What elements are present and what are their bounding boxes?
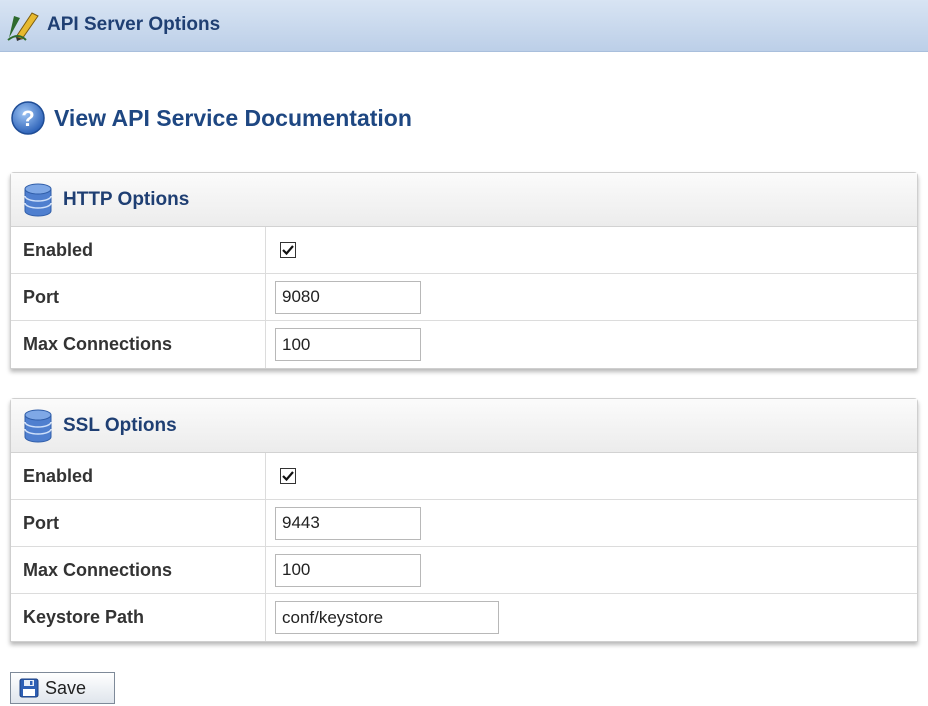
ssl-options-title: SSL Options bbox=[63, 414, 177, 436]
http-enabled-row: Enabled bbox=[11, 227, 917, 274]
ssl-keystore-row: Keystore Path bbox=[11, 594, 917, 641]
ssl-maxconn-input[interactable] bbox=[275, 553, 421, 587]
page-title: API Server Options bbox=[47, 14, 221, 35]
ssl-options-panel: SSL Options Enabled Port Max Connections… bbox=[10, 398, 918, 642]
http-options-header: HTTP Options bbox=[11, 173, 917, 227]
save-button-label: Save bbox=[45, 677, 87, 698]
save-button[interactable]: Save bbox=[10, 672, 115, 704]
ssl-keystore-input[interactable] bbox=[275, 601, 499, 634]
doc-link-label: View API Service Documentation bbox=[54, 104, 412, 131]
title-bar: API Server Options bbox=[0, 0, 928, 52]
ssl-maxconn-label: Max Connections bbox=[11, 547, 266, 593]
checkmark-icon bbox=[282, 245, 294, 256]
floppy-disk-icon bbox=[19, 678, 39, 698]
http-maxconn-input[interactable] bbox=[275, 328, 421, 361]
http-maxconn-label: Max Connections bbox=[11, 321, 266, 368]
http-options-panel: HTTP Options Enabled Port Max Connection… bbox=[10, 172, 918, 369]
database-icon bbox=[24, 409, 52, 442]
http-enabled-label: Enabled bbox=[11, 227, 266, 273]
ssl-enabled-label: Enabled bbox=[11, 453, 266, 499]
database-icon bbox=[24, 183, 52, 216]
http-enabled-checkbox[interactable] bbox=[280, 242, 296, 258]
checkmark-icon bbox=[282, 471, 294, 482]
ssl-options-header: SSL Options bbox=[11, 399, 917, 453]
svg-text:?: ? bbox=[21, 106, 34, 131]
ssl-port-input[interactable] bbox=[275, 506, 421, 540]
http-port-row: Port bbox=[11, 274, 917, 321]
help-icon: ? bbox=[11, 101, 45, 135]
ssl-keystore-label: Keystore Path bbox=[11, 594, 266, 641]
ssl-port-row: Port bbox=[11, 500, 917, 547]
ssl-enabled-checkbox[interactable] bbox=[280, 468, 296, 484]
view-api-docs-link[interactable]: ? View API Service Documentation bbox=[10, 100, 412, 136]
pencil-logo-icon bbox=[7, 12, 39, 41]
ssl-enabled-row: Enabled bbox=[11, 453, 917, 500]
http-port-input[interactable] bbox=[275, 280, 421, 314]
http-maxconn-row: Max Connections bbox=[11, 321, 917, 368]
ssl-port-label: Port bbox=[11, 500, 266, 546]
http-options-title: HTTP Options bbox=[63, 188, 190, 210]
ssl-maxconn-row: Max Connections bbox=[11, 547, 917, 594]
http-port-label: Port bbox=[11, 274, 266, 320]
